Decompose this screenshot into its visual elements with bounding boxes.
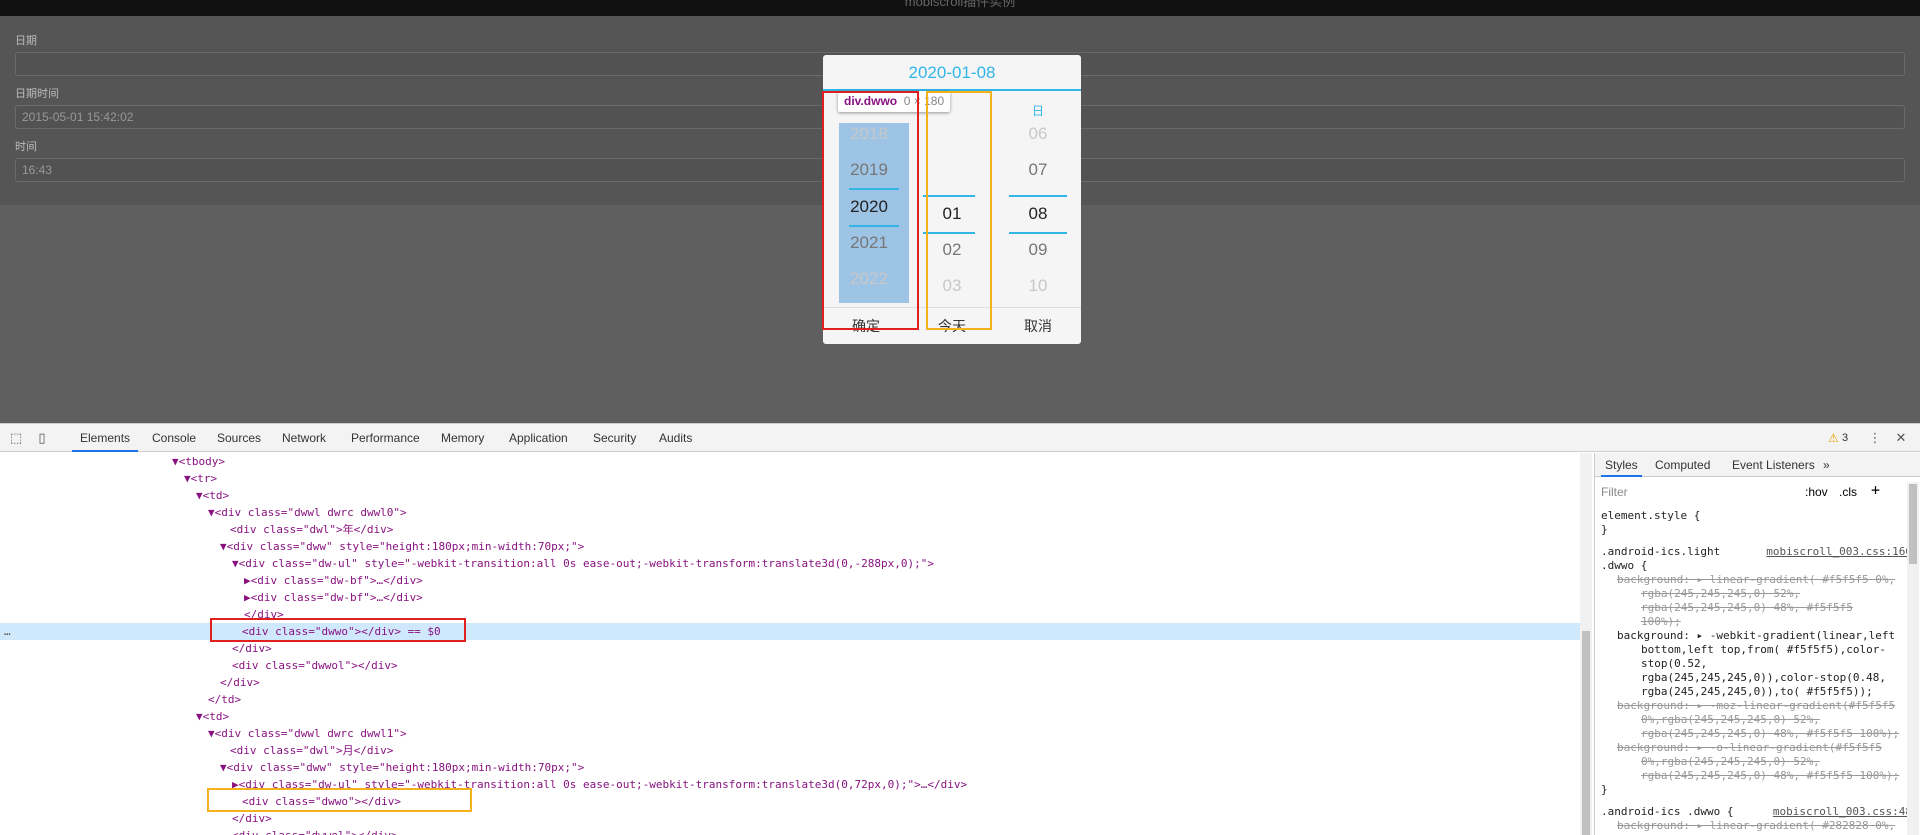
dom-line[interactable]: ▼<div class="dww" style="height:180px;mi… [0,538,1580,555]
devtools-tabbar: ⬚ ▯ Elements Console Sources Network Per… [0,424,1920,452]
tab-console[interactable]: Console [152,424,196,452]
style-line: background: ▸ -moz-linear-gradient(#f5f5… [1617,699,1896,712]
device-toolbar-icon[interactable]: ▯ [35,431,49,445]
more-menu-icon[interactable]: ⋮ [1868,431,1882,445]
dom-line[interactable]: ▶<div class="dw-bf">…</div> [0,589,1580,606]
style-line: bottom,left top,from( #f5f5f5),color- [1641,643,1887,656]
close-icon[interactable]: ✕ [1894,431,1908,445]
style-line: rgba(245,245,245,0)),color-stop(0.48, [1641,671,1887,684]
scrollbar-thumb[interactable] [1582,631,1590,835]
dom-line[interactable]: ▶<div class="dw-bf">…</div> [0,572,1580,589]
style-line: rgba(245,245,245,0) 48%, #f5f5f5 [1641,601,1853,614]
style-line: background: ▸ linear-gradient( #282828 0… [1617,819,1896,832]
dom-line[interactable]: ▼<tbody> [0,453,1580,470]
red-annotation-box [822,91,919,330]
dom-line[interactable]: </div> [0,810,1580,827]
add-rule-icon[interactable]: + [1871,481,1880,499]
tab-security[interactable]: Security [593,424,636,452]
dom-line[interactable]: ▼<div class="dwwl dwrc dwwl1"> [0,725,1580,742]
styles-scrollbar[interactable] [1907,482,1919,835]
style-line: background: ▸ -webkit-gradient(linear,le… [1617,629,1896,642]
tab-performance[interactable]: Performance [351,424,420,452]
elements-scrollbar[interactable] [1580,453,1592,835]
style-line: .dwwo { [1601,559,1648,572]
cls-toggle[interactable]: .cls [1839,483,1857,501]
elements-tree: ▼<tbody> ▼<tr> ▼<td> ▼<div class="dwwl d… [0,453,1580,835]
page-header: mobiscroll插件实例 [0,0,1920,16]
day-item[interactable]: 06 [995,116,1081,152]
tab-audits[interactable]: Audits [659,424,692,452]
dom-line[interactable]: <div class="dwwol"></div> [0,657,1580,674]
dom-line[interactable]: </div> [0,674,1580,691]
warning-count[interactable]: 3 [1842,424,1848,452]
tab-application[interactable]: Application [509,424,568,452]
style-line: 0%,rgba(245,245,245,0) 52%, [1641,755,1820,768]
dom-line[interactable]: <div class="dwl">月</div> [0,742,1580,759]
devtools-panel: ⬚ ▯ Elements Console Sources Network Per… [0,423,1920,835]
day-item[interactable]: 07 [995,152,1081,188]
dom-line[interactable]: <div class="dwl">年</div> [0,521,1580,538]
scrollbar-thumb[interactable] [1909,484,1917,564]
source-link[interactable]: mobiscroll_003.css:48 [1773,805,1912,818]
ellipsis-icon[interactable]: … [4,623,11,640]
tab-styles[interactable]: Styles [1601,453,1642,477]
tab-network[interactable]: Network [282,424,326,452]
picker-title: 2020-01-08 [823,55,1081,91]
tab-event-listeners[interactable]: Event Listeners [1732,453,1815,477]
dom-line[interactable]: </td> [0,691,1580,708]
style-line: 0%,rgba(245,245,245,0) 52%, [1641,713,1820,726]
dom-line[interactable]: ▼<div class="dww" style="height:180px;mi… [0,759,1580,776]
orange-annotation-box [926,91,992,330]
source-link[interactable]: mobiscroll_003.css:166 [1766,545,1912,558]
datetime-label: 日期时间 [15,88,59,100]
tab-computed[interactable]: Computed [1655,453,1710,477]
dom-line[interactable]: ▼<td> [0,708,1580,725]
cancel-button[interactable]: 取消 [995,308,1081,344]
day-item[interactable]: 10 [995,268,1081,304]
day-wheel[interactable]: 日 06 07 08 09 10 [995,93,1081,295]
day-item-selected[interactable]: 08 [995,196,1081,232]
day-item[interactable]: 09 [995,232,1081,268]
styles-tabbar: Styles Computed Event Listeners » [1595,453,1920,477]
style-line: stop(0.52, [1641,657,1708,670]
dom-line[interactable]: ▼<div class="dwwl dwrc dwwl0"> [0,504,1580,521]
red-annotation-box [210,618,466,642]
style-line: } [1601,523,1608,536]
style-line: } [1601,783,1608,796]
dom-line[interactable]: ▼<div class="dw-ul" style="-webkit-trans… [0,555,1580,572]
inspect-icon[interactable]: ⬚ [9,431,23,445]
styles-filter-input[interactable]: Filter [1601,483,1801,501]
orange-annotation-box [207,788,472,812]
more-tabs-icon[interactable]: » [1823,453,1830,477]
style-line: 100%); [1641,615,1681,628]
warning-icon[interactable]: ⚠ [1828,424,1839,452]
tab-memory[interactable]: Memory [441,424,484,452]
style-line: element.style { [1601,509,1701,522]
page-viewport: mobiscroll插件实例 日期 日期时间 2015-05-01 15:42:… [0,0,1920,423]
date-label: 日期 [15,35,37,47]
style-line: rgba(245,245,245,0)),to( #f5f5f5)); [1641,685,1873,698]
page-title: mobiscroll插件实例 [904,0,1016,9]
style-line: rgba(245,245,245,0) 52%, [1641,587,1800,600]
tab-sources[interactable]: Sources [217,424,261,452]
dom-line[interactable]: ▼<td> [0,487,1580,504]
style-line: rgba(245,245,245,0) 48%, #f5f5f5 100%); [1641,769,1900,782]
dom-line[interactable]: </div> [0,640,1580,657]
time-label: 时间 [15,141,37,153]
hov-toggle[interactable]: :hov [1805,483,1828,501]
styles-pane: Styles Computed Event Listeners » Filter… [1594,453,1920,835]
dom-line[interactable]: ▼<tr> [0,470,1580,487]
style-line: rgba(245,245,245,0) 48%, #f5f5f5 100%); [1641,727,1900,740]
tab-elements[interactable]: Elements [72,424,139,452]
style-line: background: ▸ linear-gradient( #f5f5f5 0… [1617,573,1896,586]
style-line: background: ▸ -o-linear-gradient(#f5f5f5 [1617,741,1882,754]
